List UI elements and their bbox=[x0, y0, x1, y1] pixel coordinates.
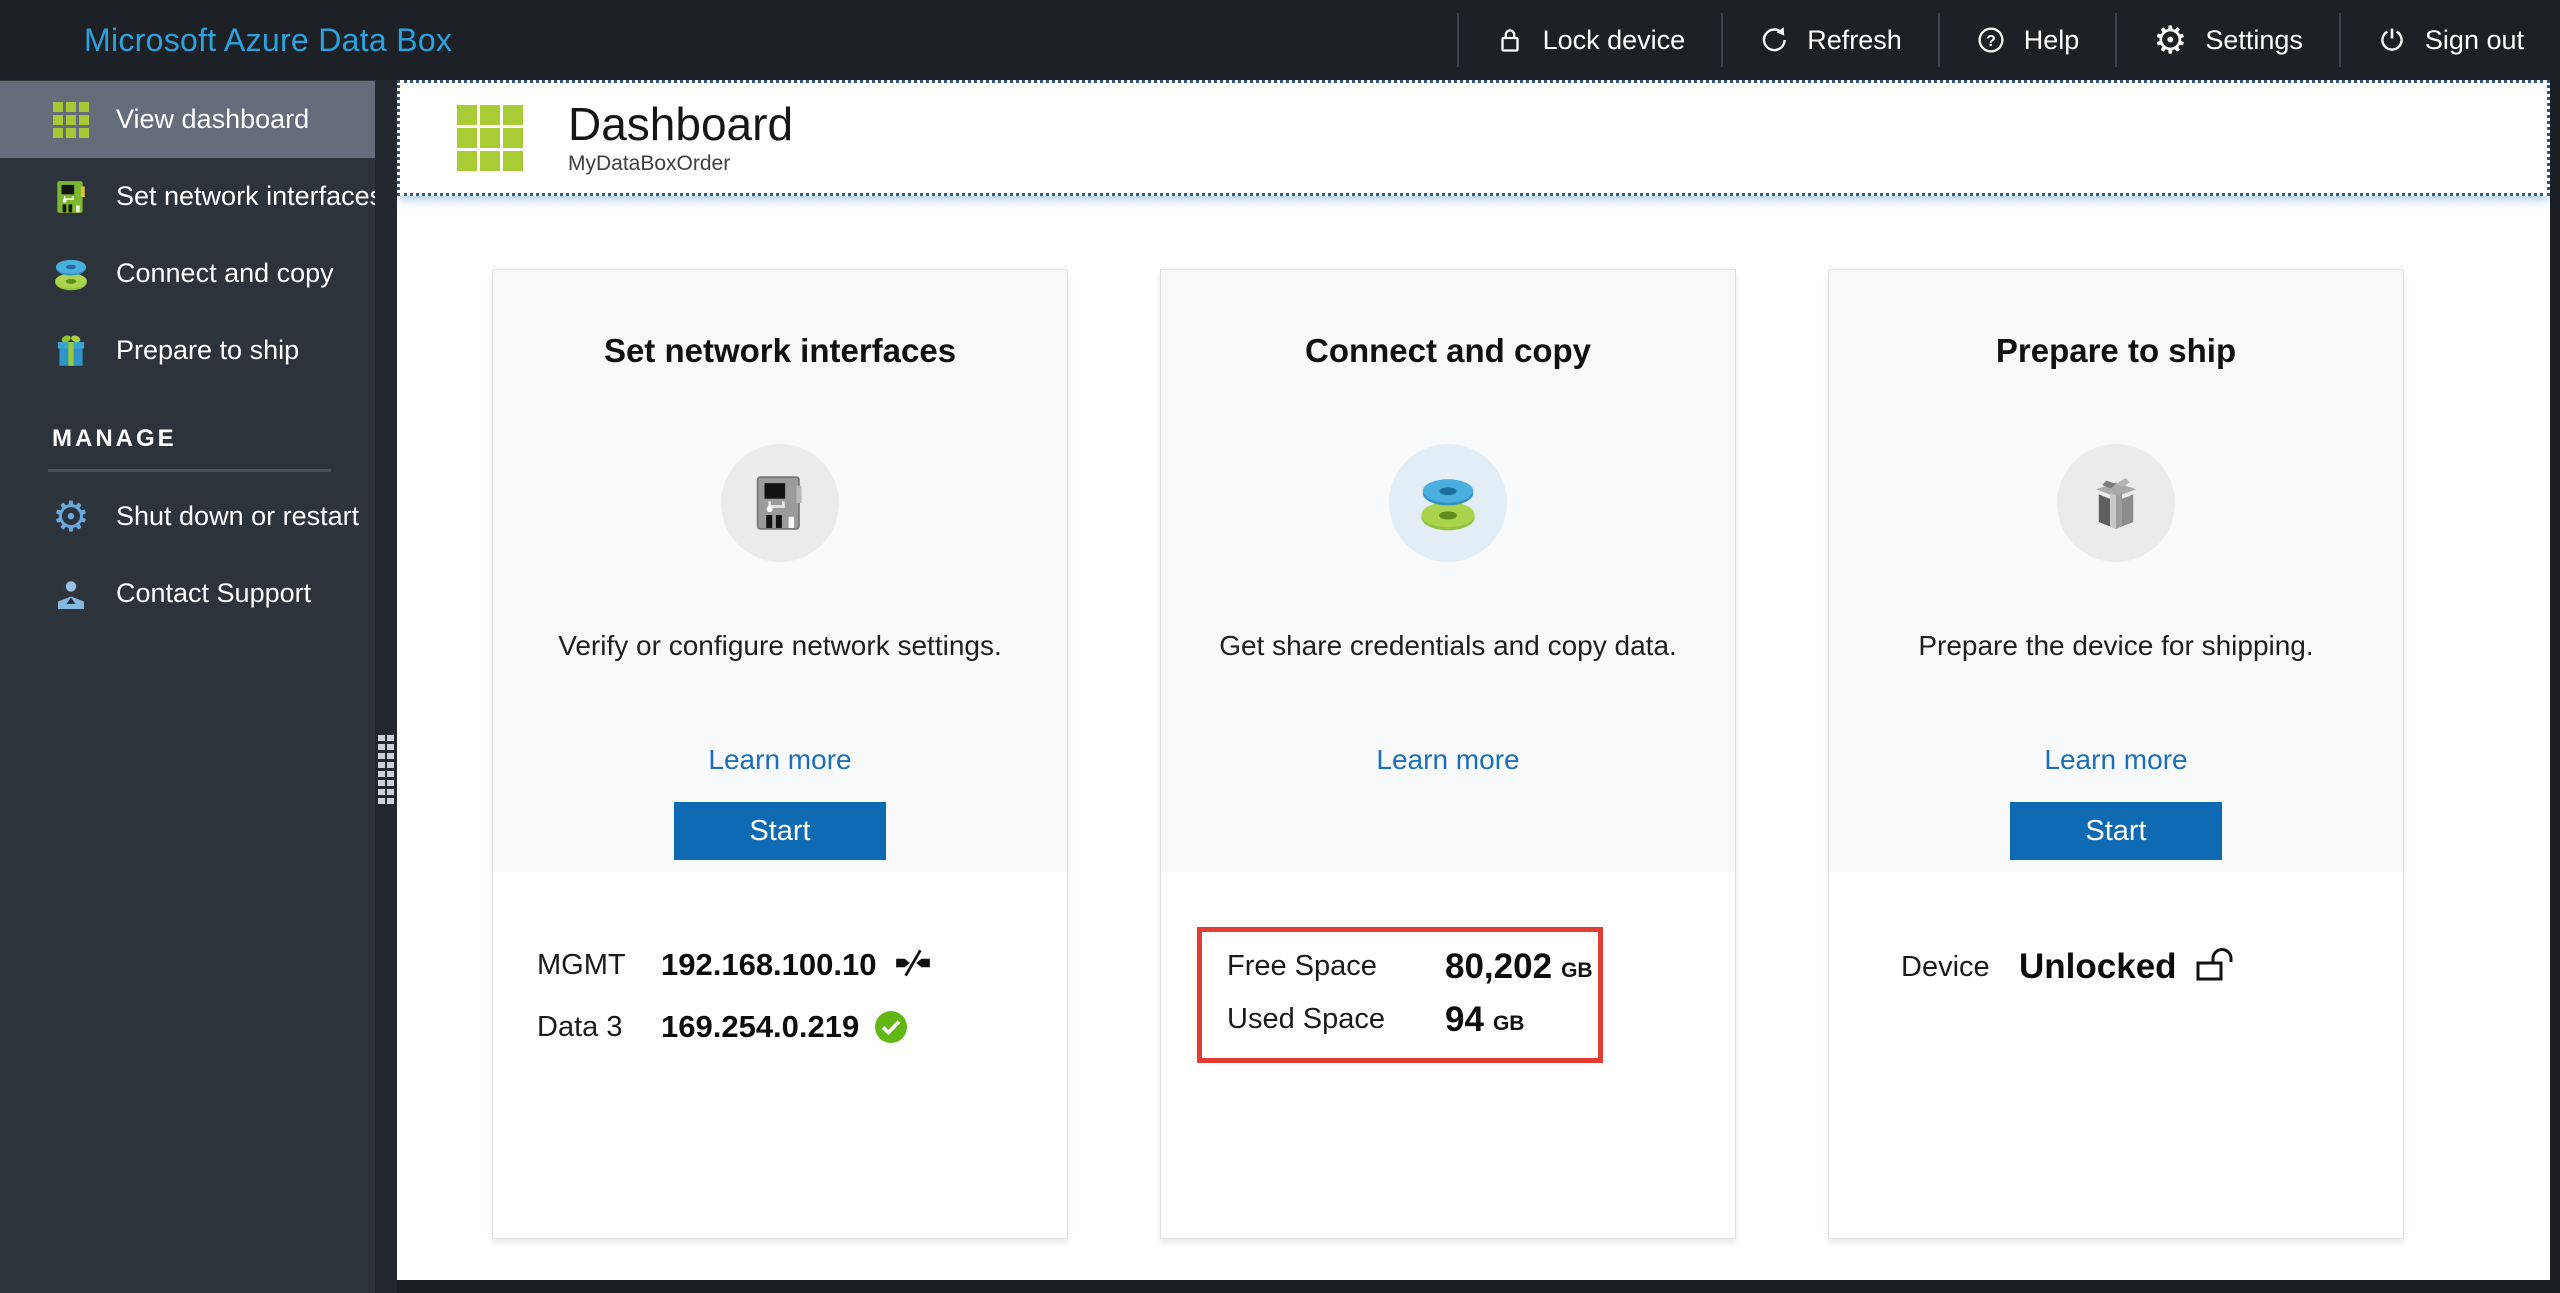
used-space-value: 94 bbox=[1445, 999, 1484, 1039]
gift-box-icon bbox=[50, 332, 92, 370]
sidebar-item-set-network-interfaces[interactable]: Set network interfaces bbox=[0, 158, 397, 235]
stat-label: Used Space bbox=[1227, 1003, 1385, 1035]
card-set-network-interfaces: Set network interfaces Verify or configu… bbox=[492, 269, 1068, 1239]
settings-gear-icon: ⚙ bbox=[2153, 18, 2188, 62]
sidebar-item-label: Shut down or restart bbox=[116, 501, 360, 531]
sidebar-resize-handle[interactable] bbox=[378, 735, 394, 804]
disconnected-icon bbox=[893, 949, 933, 982]
device-label: Device bbox=[1901, 950, 1990, 983]
sidebar-item-shut-down-or-restart[interactable]: ⚙ Shut down or restart bbox=[0, 478, 397, 555]
sidebar-item-label: Connect and copy bbox=[116, 258, 334, 288]
interface-label: MGMT bbox=[537, 948, 626, 981]
refresh-button[interactable]: Refresh bbox=[1723, 0, 1938, 80]
manage-divider bbox=[48, 469, 331, 472]
network-card-icon bbox=[721, 444, 839, 562]
card-title: Connect and copy bbox=[1304, 332, 1592, 369]
settings-button[interactable]: ⚙ Settings bbox=[2117, 0, 2339, 80]
sidebar-item-prepare-to-ship[interactable]: Prepare to ship bbox=[0, 312, 397, 389]
help-button[interactable]: ? Help bbox=[1940, 0, 2116, 80]
disks-icon bbox=[1389, 444, 1507, 562]
card-description: Get share credentials and copy data. bbox=[1219, 630, 1677, 661]
unit-label: GB bbox=[1492, 1011, 1525, 1035]
order-name: MyDataBoxOrder bbox=[568, 152, 731, 176]
card-connect-and-copy: Connect and copy Get share credentials a… bbox=[1160, 269, 1736, 1239]
page-title: Dashboard bbox=[568, 97, 794, 150]
card-description: Prepare the device for shipping. bbox=[1918, 630, 2314, 661]
start-button[interactable]: Start bbox=[2010, 802, 2222, 860]
dashboard-grid-icon bbox=[50, 101, 92, 138]
top-bar: Microsoft Azure Data Box Lock device Ref… bbox=[0, 0, 2560, 80]
topbar-actions: Lock device Refresh ? Help ⚙ Settings Si… bbox=[1456, 0, 2560, 80]
svg-text:?: ? bbox=[1986, 33, 1996, 50]
app-title: Microsoft Azure Data Box bbox=[84, 21, 453, 58]
sidebar-item-label: Contact Support bbox=[116, 578, 312, 608]
support-person-icon bbox=[50, 576, 92, 612]
unlock-icon bbox=[2195, 947, 2237, 988]
manage-section-label: MANAGE bbox=[52, 425, 177, 452]
network-row-mgmt: MGMT 192.168.100.10 bbox=[537, 934, 1067, 996]
help-icon: ? bbox=[1976, 25, 2006, 55]
sidebar-item-label: View dashboard bbox=[116, 104, 310, 134]
gift-box-icon bbox=[2057, 444, 2175, 562]
learn-more-link[interactable]: Learn more bbox=[708, 744, 851, 776]
card-title: Set network interfaces bbox=[603, 332, 957, 369]
ip-address: 169.254.0.219 bbox=[661, 1009, 860, 1044]
card-title: Prepare to ship bbox=[1995, 332, 2237, 369]
sidebar-item-contact-support[interactable]: Contact Support bbox=[0, 555, 397, 632]
card-row: Set network interfaces Verify or configu… bbox=[397, 196, 2550, 1239]
power-icon bbox=[2377, 25, 2407, 55]
lock-device-label: Lock device bbox=[1542, 24, 1686, 55]
page-header: Dashboard MyDataBoxOrder bbox=[397, 80, 2550, 196]
lock-device-button[interactable]: Lock device bbox=[1459, 0, 1722, 80]
space-stats-highlight-box: Free Space 80,202 GB Used Space 94 GB bbox=[1197, 927, 1603, 1063]
sidebar-item-label: Prepare to ship bbox=[116, 335, 300, 365]
sidebar: View dashboard Set network interfaces Co… bbox=[0, 80, 397, 1293]
free-space-row: Free Space 80,202 GB bbox=[1227, 940, 1598, 993]
learn-more-link[interactable]: Learn more bbox=[2044, 744, 2187, 776]
stat-label: Free Space bbox=[1227, 950, 1377, 982]
gear-power-icon: ⚙ bbox=[52, 491, 90, 541]
sidebar-item-connect-and-copy[interactable]: Connect and copy bbox=[0, 235, 397, 312]
free-space-value: 80,202 bbox=[1445, 946, 1553, 986]
card-description: Verify or configure network settings. bbox=[558, 630, 1002, 661]
ip-address: 192.168.100.10 bbox=[661, 947, 877, 982]
sign-out-label: Sign out bbox=[2424, 24, 2524, 55]
network-row-data3: Data 3 169.254.0.219 bbox=[537, 996, 1067, 1058]
sidebar-item-label: Set network interfaces bbox=[116, 181, 384, 211]
refresh-icon bbox=[1759, 25, 1789, 55]
sidebar-nav: View dashboard Set network interfaces Co… bbox=[0, 80, 397, 632]
card-prepare-to-ship: Prepare to ship Prepare the device for s… bbox=[1828, 269, 2404, 1239]
sidebar-resize-gutter bbox=[375, 80, 397, 1293]
network-card-icon bbox=[50, 178, 92, 216]
connected-check-icon bbox=[875, 1011, 908, 1043]
unit-label: GB bbox=[1561, 958, 1593, 982]
refresh-label: Refresh bbox=[1807, 24, 1902, 55]
main-content: Dashboard MyDataBoxOrder Set network int… bbox=[397, 80, 2550, 1280]
start-button[interactable]: Start bbox=[674, 802, 886, 860]
interface-label: Data 3 bbox=[537, 1010, 623, 1043]
learn-more-link[interactable]: Learn more bbox=[1376, 744, 1519, 776]
help-label: Help bbox=[2023, 24, 2080, 55]
used-space-row: Used Space 94 GB bbox=[1227, 993, 1598, 1046]
settings-label: Settings bbox=[2205, 24, 2303, 55]
disks-icon bbox=[50, 255, 92, 293]
lock-icon bbox=[1495, 25, 1525, 55]
sidebar-item-view-dashboard[interactable]: View dashboard bbox=[0, 81, 397, 158]
device-status-row: Device Unlocked bbox=[1901, 936, 2403, 998]
device-status-value: Unlocked bbox=[2019, 947, 2177, 986]
dashboard-grid-icon bbox=[457, 105, 523, 171]
sign-out-button[interactable]: Sign out bbox=[2341, 0, 2560, 80]
